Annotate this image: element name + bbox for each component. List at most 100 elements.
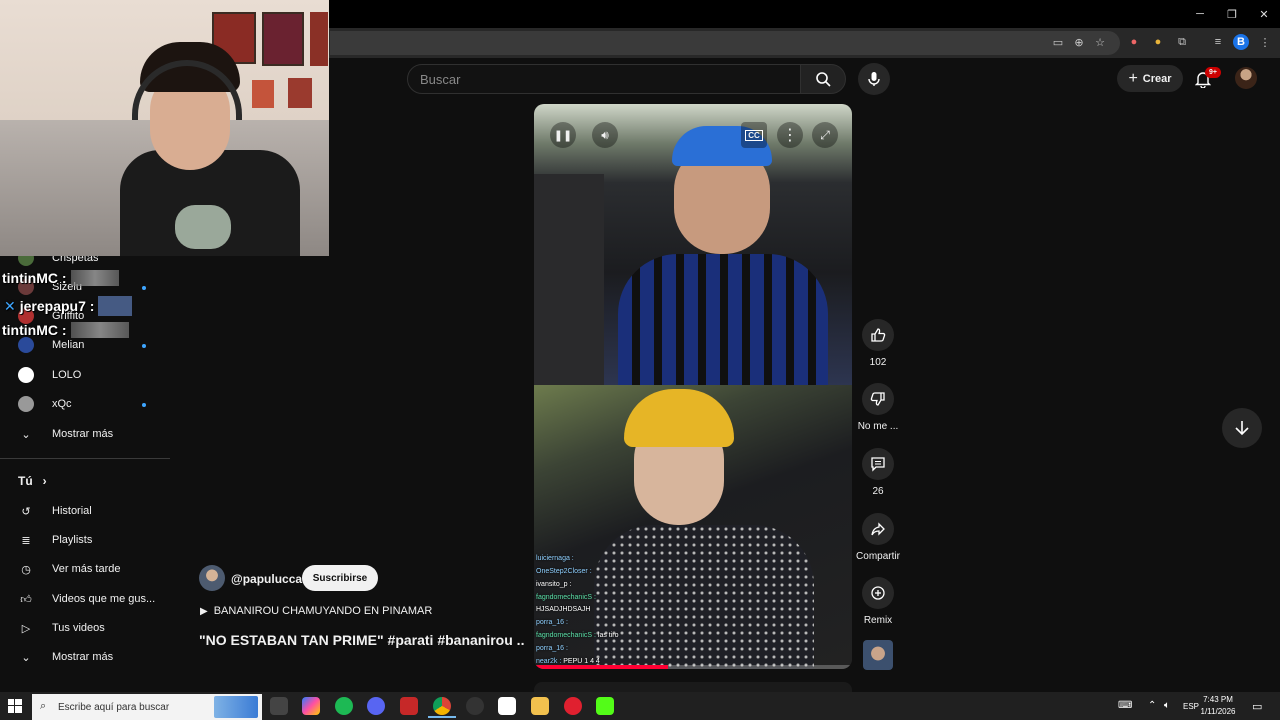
plus-icon: + [1128,69,1138,87]
obs-icon[interactable] [466,697,484,715]
video-chat-line: fagndomechanicS : [536,594,596,601]
subscribe-button[interactable]: Suscribirse [302,565,378,591]
zoom-icon[interactable]: ⊕ [1071,34,1087,50]
clock-date: 1/11/2026 [1200,707,1236,716]
comments-button[interactable] [862,448,894,480]
profile-avatar[interactable]: B [1233,34,1249,50]
sidebar-channel[interactable]: LOLO [0,361,170,389]
studded-jacket [594,525,814,669]
chrome-icon[interactable] [433,697,451,715]
chevron-up-icon[interactable]: ⌃ [1148,700,1156,711]
like-button[interactable] [862,319,894,351]
windows-start-icon[interactable] [8,699,22,713]
extension-icon[interactable]: ● [1150,34,1166,50]
app-icon[interactable] [498,697,516,715]
audio-track-link[interactable]: ▶ BANANIROU CHAMUYANDO EN PINAMAR [200,605,432,617]
thumbs-up-icon [871,328,886,342]
close-button[interactable]: ✕ [1248,0,1280,28]
pause-button[interactable]: ❚❚ [550,122,576,148]
more-options-button[interactable]: ⋮ [777,122,803,148]
address-bar[interactable] [330,31,1120,55]
create-button[interactable]: + Crear [1117,65,1183,92]
minimize-button[interactable]: ─ [1184,0,1216,28]
copilot-icon[interactable] [302,697,320,715]
share-button[interactable] [862,513,894,545]
kebab-menu-icon[interactable]: ⋮ [1257,34,1273,50]
video-chat-line: near2k : PEPU 1 4 4 [536,658,600,665]
notification-center-icon[interactable]: ▭ [1252,700,1262,713]
yellow-beanie [624,389,734,447]
task-view-icon[interactable] [270,697,288,715]
taskbar-search-input[interactable]: ⌕ Escribe aquí para buscar [32,694,262,720]
account-avatar[interactable] [1235,67,1257,89]
voice-search-button[interactable] [858,63,890,95]
you-section-header[interactable]: Tú › [0,467,170,495]
install-app-icon[interactable]: ▭ [1050,34,1066,50]
app-icon[interactable] [400,697,418,715]
wall-poster [262,12,304,66]
channel-name[interactable]: @papulucca [231,572,302,586]
media-control-icon[interactable]: ≡ [1210,34,1226,50]
sidebar-item-liked[interactable]: 👍︎ Videos que me gus... [0,585,170,613]
active-app-indicator [428,716,456,718]
taskbar-clock[interactable]: 7:43 PM 1/11/2026 [1198,694,1238,718]
sidebar-item-playlists[interactable]: ≣ Playlists [0,526,170,554]
spotify-icon[interactable] [335,697,353,715]
restore-button[interactable]: ❐ [1216,0,1248,28]
sidebar-divider [0,458,170,459]
search-highlight-image [214,696,258,718]
channel-avatar[interactable] [199,565,225,591]
input-language[interactable]: ESP [1183,702,1199,711]
history-icon: ↺ [21,505,31,518]
wall-poster [252,80,274,108]
file-explorer-icon[interactable] [531,697,549,715]
sidebar-item-watch-later[interactable]: ◷ Ver más tarde [0,555,170,583]
video-chat-line: luiciernaga : [536,555,574,562]
pause-icon: ❚❚ [553,129,573,142]
channel-avatar [18,367,34,383]
video-chat-line: OneStep2Closer : [536,568,592,575]
remix-button[interactable] [862,577,894,609]
thumbs-down-icon [870,392,885,406]
show-more-button[interactable]: ⌄ Mostrar más [0,643,170,671]
discord-icon[interactable] [367,697,385,715]
car-seat [534,174,604,385]
overlay-chat-message: ✕ jerepapu7 : [4,296,133,316]
taskbar-search-placeholder: Escribe aquí para buscar [58,701,170,713]
sidebar-item-history[interactable]: ↺ Historial [0,497,170,525]
chat-emote [70,322,129,338]
captions-button[interactable]: CC [741,122,767,148]
sidebar-item-your-videos[interactable]: ▷ Tus videos [0,614,170,642]
next-short-button[interactable] [1222,408,1262,448]
remix-label: Remix [863,615,893,626]
badge-icon: ✕ [4,297,16,314]
search-button[interactable] [800,64,846,94]
kick-icon[interactable] [596,697,614,715]
extensions-puzzle-icon[interactable]: ⧉ [1174,34,1190,50]
volume-icon[interactable]: 🔈︎ [1164,700,1170,711]
search-icon: ⌕ [40,700,47,712]
wall-poster [288,78,312,108]
dislike-button[interactable] [862,383,894,415]
kebab-menu-icon: ⋮ [782,127,798,144]
show-more-button[interactable]: ⌄ Mostrar más [0,420,170,448]
fullscreen-button[interactable]: ⤢ [812,122,838,148]
extension-icon[interactable]: ● [1126,34,1142,50]
volume-button[interactable]: 🔊︎ [592,122,618,148]
short-title[interactable]: "NO ESTABAN TAN PRIME" #parati #bananiro… [199,632,525,648]
overlay-chat-message: tintinMC : [2,322,129,338]
audio-thumbnail[interactable] [863,640,893,670]
share-label: Compartir [856,551,900,562]
shirt-print [175,205,231,249]
search-input[interactable]: Buscar [407,64,801,94]
live-indicator [142,344,146,348]
video-progress-bar[interactable] [534,665,852,669]
search-placeholder: Buscar [420,71,461,87]
chevron-down-icon: ⌄ [21,651,31,664]
channel-avatar [18,337,34,353]
chat-emote [98,296,133,316]
bookmark-star-icon[interactable]: ☆ [1092,34,1108,50]
opera-icon[interactable] [564,697,582,715]
short-video-player[interactable]: ❚❚ 🔊︎ CC ⋮ ⤢ luiciernaga : OneStep2Close… [534,104,852,669]
keyboard-icon[interactable]: ⌨ [1118,700,1132,711]
